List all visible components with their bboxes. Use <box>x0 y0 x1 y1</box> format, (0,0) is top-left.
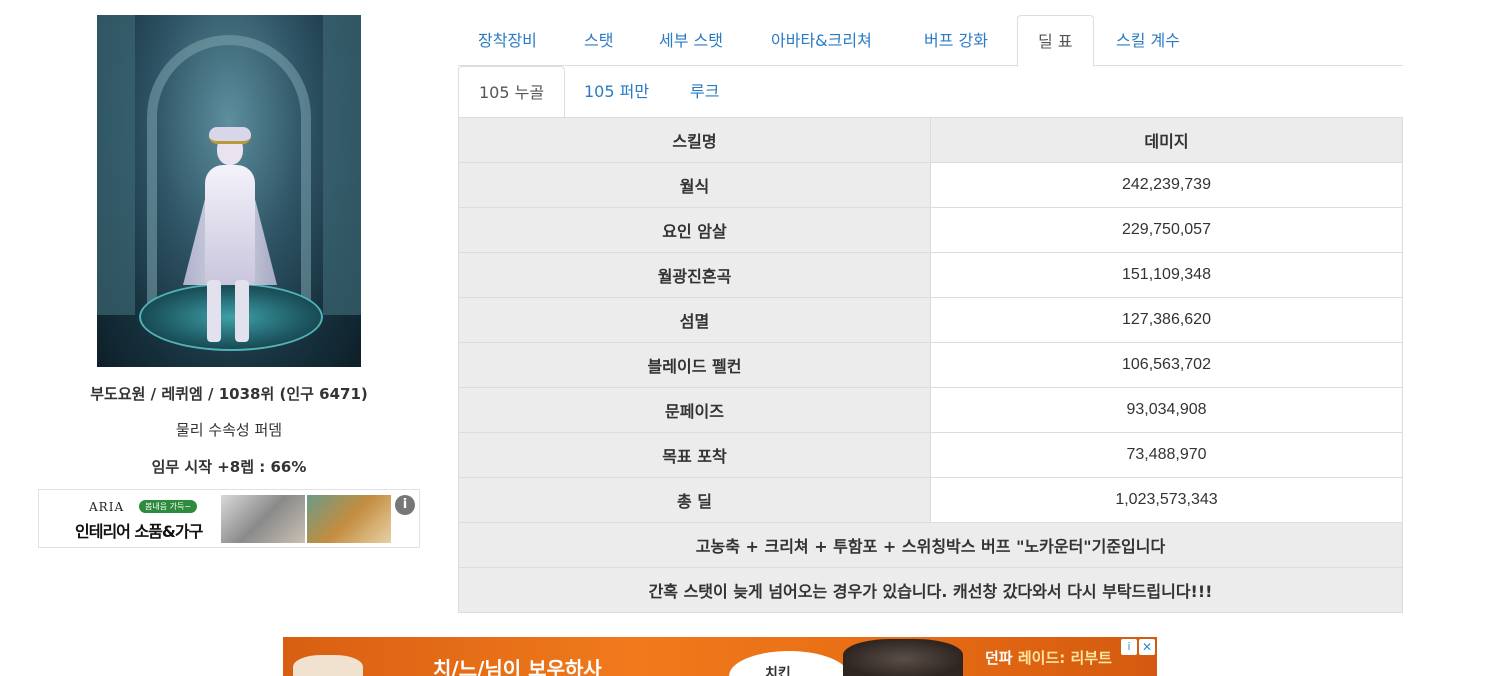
skill-name-cell: 블레이드 펠컨 <box>458 342 931 388</box>
stat-delay-note: 간혹 스탯이 늦게 넘어오는 경우가 있습니다. 캐선창 갔다와서 다시 부탁드… <box>458 567 1403 613</box>
note-row: 고농축 + 크리쳐 + 투함포 + 스위칭박스 버프 "노카운터"기준입니다 <box>458 522 1403 568</box>
tab-buff-enhance[interactable]: 버프 강화 <box>904 15 1008 66</box>
damage-table: 스킬명 데미지 월식 242,239,739 요인 암살 229,750,057… <box>458 117 1403 613</box>
character-mission-stat: 임무 시작 +8렙 : 66% <box>151 458 307 476</box>
table-row: 월식 242,239,739 <box>458 162 1403 208</box>
ad-brand-logo: ARIA <box>89 500 125 514</box>
dnf-raid-ad-banner[interactable]: 치/느/님이 보우하사 치킨 던파 레이드: 리부트 i ✕ <box>283 637 1157 676</box>
character-summary: 부도요원 / 레퀴엠 / 1038위 (인구 6471) <box>90 385 368 403</box>
total-label-cell: 총 딜 <box>458 477 931 523</box>
table-row: 블레이드 펠컨 106,563,702 <box>458 342 1403 388</box>
ad-image-rattan-chair <box>307 495 391 543</box>
header-skill-name: 스킬명 <box>458 117 931 163</box>
ad-character-image <box>293 655 363 676</box>
tab-avatar-creature[interactable]: 아바타&크리쳐 <box>751 15 892 66</box>
skill-name-cell: 월광진혼곡 <box>458 252 931 298</box>
damage-cell: 151,109,348 <box>930 252 1403 298</box>
tab-detailed-stats[interactable]: 세부 스탯 <box>639 15 743 66</box>
ad-bubble-text: 치킨 <box>765 666 791 676</box>
character-hat <box>209 127 251 144</box>
adchoices-icon[interactable]: i <box>1121 639 1137 655</box>
skill-name-cell: 섬멸 <box>458 297 931 343</box>
damage-cell: 73,488,970 <box>930 432 1403 478</box>
ad-close-icon[interactable]: ✕ <box>1139 639 1155 655</box>
table-row: 문페이즈 93,034,908 <box>458 387 1403 433</box>
table-header-row: 스킬명 데미지 <box>458 117 1403 163</box>
table-row: 섬멸 127,386,620 <box>458 297 1403 343</box>
ad-slogan: 치/느/님이 보우하사 <box>433 657 602 676</box>
buff-basis-note: 고농축 + 크리쳐 + 투함포 + 스위칭박스 버프 "노카운터"기준입니다 <box>458 522 1403 568</box>
ad-monster-image <box>843 639 963 676</box>
ad-raid-prefix: 던파 <box>985 649 1013 667</box>
skill-name-cell: 요인 암살 <box>458 207 931 253</box>
portrait-magic-circle <box>139 283 323 351</box>
character-portrait <box>97 15 361 367</box>
subtab-105-permanent[interactable]: 105 퍼만 <box>564 66 669 117</box>
table-row: 월광진혼곡 151,109,348 <box>458 252 1403 298</box>
damage-cell: 229,750,057 <box>930 207 1403 253</box>
skill-name-cell: 월식 <box>458 162 931 208</box>
character-leg-right <box>235 280 249 342</box>
main-tab-bar: 장착장비 스탯 세부 스탯 아바타&크리쳐 버프 강화 딜 표 스킬 계수 <box>458 15 1403 67</box>
ad-badge: 봄내음 가득~ <box>139 500 198 513</box>
interior-ad-banner[interactable]: ARIA 봄내음 가득~ 인테리어 소품&가구 i <box>38 489 420 548</box>
sub-tab-bar: 105 누골 105 퍼만 루크 <box>458 66 1403 118</box>
tab-skill-coefficient[interactable]: 스킬 계수 <box>1096 15 1200 66</box>
damage-cell: 242,239,739 <box>930 162 1403 208</box>
portrait-pillar-right <box>323 15 361 315</box>
character-element: 물리 수속성 퍼뎀 <box>175 421 283 439</box>
character-leg-left <box>207 280 221 342</box>
character-body <box>205 165 255 285</box>
table-row: 목표 포착 73,488,970 <box>458 432 1403 478</box>
ad-speech-bubble: 치킨 <box>729 651 849 676</box>
ad-headline: 인테리어 소품&가구 <box>75 522 203 541</box>
tab-damage-table[interactable]: 딜 표 <box>1017 15 1094 67</box>
portrait-pillar-left <box>97 15 135 315</box>
ad-info-icon[interactable]: i <box>395 495 415 515</box>
total-damage-cell: 1,023,573,343 <box>930 477 1403 523</box>
damage-cell: 127,386,620 <box>930 297 1403 343</box>
skill-name-cell: 목표 포착 <box>458 432 931 478</box>
note-row: 간혹 스탯이 늦게 넘어오는 경우가 있습니다. 캐선창 갔다와서 다시 부탁드… <box>458 567 1403 613</box>
damage-cell: 93,034,908 <box>930 387 1403 433</box>
tab-equipment[interactable]: 장착장비 <box>458 15 557 66</box>
total-row: 총 딜 1,023,573,343 <box>458 477 1403 523</box>
damage-cell: 106,563,702 <box>930 342 1403 388</box>
ad-image-chair <box>221 495 305 543</box>
subtab-105-nugol[interactable]: 105 누골 <box>458 66 566 118</box>
subtab-rook[interactable]: 루크 <box>670 66 739 117</box>
table-row: 요인 암살 229,750,057 <box>458 207 1403 253</box>
ad-raid-highlight: 레이드: 리부트 <box>1017 649 1112 667</box>
header-damage: 데미지 <box>930 117 1403 163</box>
tab-stats[interactable]: 스탯 <box>564 15 633 66</box>
skill-name-cell: 문페이즈 <box>458 387 931 433</box>
ad-raid-title: 던파 레이드: 리부트 <box>985 647 1112 668</box>
